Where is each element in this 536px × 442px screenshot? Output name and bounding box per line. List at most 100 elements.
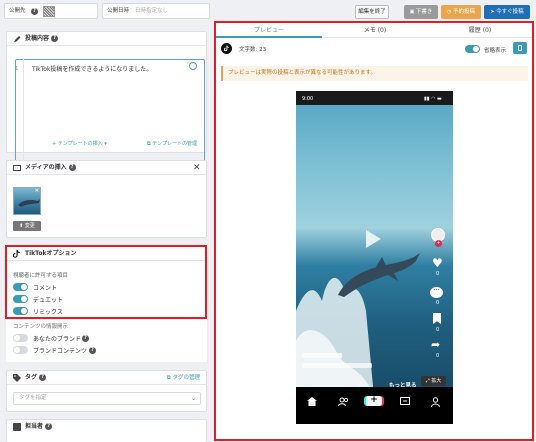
help-icon: ? [51,35,59,42]
expand-button[interactable]: ⤢ 拡大 [421,376,446,386]
tags-panel: タグ? ⧉ タグの管理 タグを指定 ⌄ [6,370,207,412]
inbox-icon[interactable] [400,397,410,406]
phone-time: 9:00 [302,96,314,102]
comment-toggle[interactable] [13,283,28,291]
person-icon [13,423,21,431]
abbreviate-toggle[interactable] [465,45,480,53]
edit-end-button[interactable]: 編集を終了 [355,5,389,19]
help-icon: ? [89,347,96,354]
tiktok-account-icon [221,43,232,54]
template-manage-label: テンプレートの管理 [152,141,198,147]
schedule-post-label: 予約投稿 [452,9,475,15]
smartphone-icon [518,45,522,51]
change-media-label: 変更 [24,223,35,229]
help-icon: ? [68,164,76,171]
share-icon[interactable]: ➦ [431,339,440,350]
duet-toggle[interactable] [13,295,28,303]
remix-toggle[interactable] [13,307,28,315]
media-title: メディアの挿入 [25,164,67,171]
tab-history[interactable]: 履歴 (0) [428,24,532,38]
assignee-title: 担当者 [25,423,44,430]
account-label: 公開先 [9,8,26,14]
toggle-knob [14,335,20,341]
account-avatar [43,6,55,17]
branded-content-label: ブランドコンテンツ [33,348,88,355]
template-manage-link[interactable]: ⧉ テンプレートの管理 [147,140,197,147]
toggle-knob [14,347,20,353]
follow-plus-icon[interactable]: + [435,240,442,247]
warning-banner: プレビューは実際の投稿と表示が異なる可能性があります。 [221,66,528,81]
tag-select[interactable]: タグを指定 ⌄ [13,392,201,405]
profile-icon[interactable] [431,397,440,407]
template-insert-link[interactable]: + テンプレートの挿入 ▾ [52,140,107,147]
tag-manage-link[interactable]: ⧉ タグの管理 [167,371,200,385]
caption-blurred [302,363,372,368]
account-name-blurred [302,353,342,358]
schedule-post-button[interactable]: ◷ 予約投稿 [441,5,481,19]
comment-label: コメント [33,285,58,292]
help-icon: ? [31,8,38,15]
line-gutter [8,58,24,161]
post-content-panel: 投稿内容? [6,31,207,165]
device-button[interactable] [513,42,527,54]
tiktok-options-header: TikTokオプション [7,247,205,261]
template-insert-label: テンプレートの挿入 [57,141,103,147]
heart-icon[interactable]: ♥ [432,257,443,269]
help-icon: ? [39,374,47,381]
assignee-header: 担当者? [7,420,206,434]
tiktok-options-title: TikTokオプション [25,250,77,257]
tiktok-logo-icon [13,250,20,258]
warning-text: プレビューは実際の投稿と表示が異なる可能性があります。 [228,70,376,76]
help-icon: ? [82,335,89,342]
comment-count: 0 [436,300,440,306]
dolphin-image [338,253,420,297]
create-button[interactable]: + [366,395,382,406]
bookmark-count: 0 [436,327,440,333]
remove-media-icon[interactable]: ✕ [35,188,39,194]
close-icon[interactable]: ✕ [193,164,201,173]
play-icon[interactable] [364,229,382,249]
toggle-knob [21,308,27,314]
like-count: 0 [436,271,440,277]
media-thumbnail[interactable]: ✕ [13,187,41,215]
expand-label: 拡大 [431,378,442,384]
media-header: メディアの挿入? [7,161,206,175]
draft-button[interactable]: ▣ 下書き [404,5,438,19]
toggle-knob [21,284,27,290]
tab-preview[interactable]: プレビュー [216,24,322,38]
account-field[interactable]: 公開先 ? [4,3,98,19]
pencil-icon [13,36,21,42]
phone-preview: 9:00 ▮▮ ◠ ▬ + ♥ 0 ··· 0 0 ➦ 0 もっと見る ⤢ 拡大 [296,91,453,424]
toggle-knob [473,46,479,52]
chevron-down-icon: ⌄ [190,395,196,402]
emoji-icon[interactable] [189,62,197,70]
publish-date-placeholder: 日時指定なし [135,8,169,14]
your-brand-label: あなたのブランド [33,336,82,343]
duet-label: デュエット [33,297,64,304]
post-now-label: 今すぐ投稿 [496,9,524,15]
branded-content-toggle[interactable] [13,346,28,354]
assignee-panel: 担当者? [6,419,207,442]
change-media-button[interactable]: ⬆ 変更 [13,221,41,231]
status-icons: ▮▮ ◠ ▬ [424,96,442,102]
post-text-area[interactable] [15,59,205,165]
post-content-header: 投稿内容? [7,32,206,46]
tag-manage-label: タグの管理 [172,375,200,381]
toggle-knob [21,296,27,302]
share-count: 0 [436,353,440,359]
char-count: 文字数: 23 [239,47,267,53]
friends-icon[interactable] [338,397,349,406]
comment-icon[interactable]: ··· [430,287,443,298]
tab-memo[interactable]: メモ (0) [322,24,428,38]
allow-items-label: 視聴者に許可する項目 [13,273,69,279]
tags-title: タグ [25,374,38,381]
publish-date-field[interactable]: 公開日時 日時指定なし [102,3,210,19]
post-now-button[interactable]: ➤ 今すぐ投稿 [484,5,530,19]
abbreviate-label: 省略表示 [484,48,507,54]
draft-label: 下書き [415,9,433,15]
your-brand-toggle[interactable] [13,334,28,342]
help-icon: ? [45,423,53,430]
tag-select-placeholder: タグを指定 [19,395,47,401]
publish-date-label: 公開日時 [107,8,130,14]
home-icon[interactable] [307,397,317,406]
